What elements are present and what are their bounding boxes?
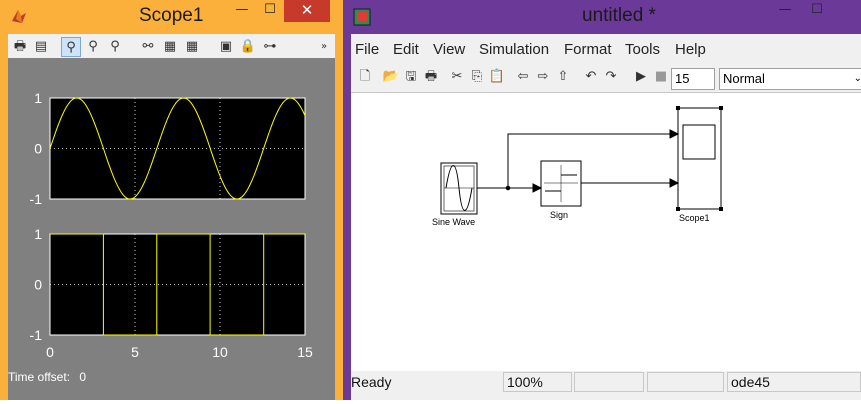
simulation-mode-select[interactable]: Normal ⌄: [719, 68, 861, 90]
x-tick-label: 0: [46, 344, 54, 360]
restore-axes-icon[interactable]: ▦: [182, 37, 202, 57]
plot-bottom: 10-10 5 10 15: [30, 226, 313, 360]
menu-bar: File Edit View Simulation Format Tools H…: [351, 34, 861, 64]
save-axes-icon[interactable]: ▦: [160, 37, 180, 57]
simulation-mode-value: Normal: [723, 71, 765, 86]
floating-scope-icon[interactable]: ▣: [216, 37, 236, 57]
signal-selection-icon[interactable]: ⊶: [260, 37, 280, 57]
model-window: untitled * — ☐ File Edit View Simulation…: [343, 0, 861, 400]
chevron-down-icon: ⌄: [853, 73, 861, 84]
y-tick-label: 1: [34, 226, 42, 242]
y-tick-label: 0: [34, 141, 42, 157]
model-toolbar: 🗋 📂 🖫 🖶 ✂ ⎘ 📋 ⇦ ⇨ ⇧ ↶ ↷ ▶ ■ 15 Normal ⌄: [351, 64, 861, 93]
copy-icon[interactable]: ⎘: [467, 67, 487, 87]
lock-icon[interactable]: 🔒: [238, 37, 258, 57]
run-icon[interactable]: ▶: [631, 67, 651, 87]
sine-wave-label: Sine Wave: [432, 217, 475, 227]
sign-label: Sign: [550, 210, 568, 220]
overflow-chevron-icon[interactable]: »: [314, 37, 334, 57]
status-state: Ready: [351, 374, 392, 390]
x-tick-label: 10: [212, 344, 228, 360]
y-tick-label: 1: [34, 90, 42, 106]
maximize-button[interactable]: ☐: [803, 0, 831, 22]
model-canvas[interactable]: Sine Wave Sign Scope1: [351, 93, 861, 371]
open-icon[interactable]: 📂: [381, 67, 401, 87]
redo-icon[interactable]: ↷: [601, 67, 621, 87]
status-cell-4: [647, 372, 724, 392]
print-icon[interactable]: 🖶: [421, 67, 441, 87]
time-offset: Time offset: 0: [8, 370, 86, 384]
forward-icon[interactable]: ⇨: [533, 67, 553, 87]
block-diagram: Sine Wave Sign Scope1: [432, 106, 723, 227]
x-tick-label: 5: [131, 344, 139, 360]
scope1-label: Scope1: [679, 213, 710, 223]
x-tick-label: 15: [297, 344, 313, 360]
y-tick-label: -1: [30, 191, 43, 207]
minimize-button[interactable]: —: [771, 0, 799, 22]
scope-title: Scope1: [139, 5, 204, 26]
sine-wave-block[interactable]: [440, 162, 478, 215]
model-titlebar[interactable]: untitled * — ☐: [343, 0, 861, 34]
scope-titlebar[interactable]: Scope1 — ☐ ✕: [0, 0, 343, 34]
menu-format[interactable]: Format: [564, 41, 612, 58]
y-tick-label: 0: [34, 277, 42, 293]
simulink-icon: [353, 8, 371, 26]
scope-window: Scope1 — ☐ ✕ 🖶 ▤ ⚲ ⚲ ⚲ ⚯ ▦ ▦ ▣ 🔒 ⊶ » 10-…: [0, 0, 343, 400]
sign-block[interactable]: [540, 160, 582, 207]
up-icon[interactable]: ⇧: [553, 67, 573, 87]
stop-icon[interactable]: ■: [651, 67, 671, 87]
zoom-x-icon[interactable]: ⚲: [83, 37, 103, 57]
matlab-icon: [12, 10, 26, 23]
menu-simulation[interactable]: Simulation: [479, 41, 549, 58]
zoom-y-icon[interactable]: ⚲: [105, 37, 125, 57]
stop-time-input[interactable]: 15: [671, 68, 715, 90]
plot-top: 1 0 -1: [30, 90, 306, 207]
menu-view[interactable]: View: [433, 41, 465, 58]
undo-icon[interactable]: ↶: [581, 67, 601, 87]
scope-plot-area: 1 0 -1 1 0 -1 0 5 10 15 Time offset: 0: [8, 58, 335, 400]
menu-help[interactable]: Help: [675, 41, 706, 58]
time-offset-value: 0: [79, 370, 87, 384]
cut-icon[interactable]: ✂: [447, 67, 467, 87]
parameters-icon[interactable]: ▤: [31, 37, 51, 57]
maximize-button[interactable]: ☐: [256, 0, 284, 22]
new-icon[interactable]: 🗋: [355, 67, 375, 87]
menu-tools[interactable]: Tools: [625, 41, 660, 58]
y-tick-label: -1: [30, 327, 43, 343]
status-solver: ode45: [727, 372, 861, 392]
menu-edit[interactable]: Edit: [393, 41, 419, 58]
status-cell-3: [574, 372, 644, 392]
time-offset-label: Time offset:: [8, 370, 71, 384]
print-icon[interactable]: 🖶: [10, 37, 30, 57]
back-icon[interactable]: ⇦: [513, 67, 533, 87]
binoculars-icon[interactable]: ⚯: [138, 37, 158, 57]
zoom-icon[interactable]: ⚲: [61, 37, 81, 57]
minimize-button[interactable]: —: [228, 0, 256, 22]
menu-file[interactable]: File: [355, 41, 379, 58]
scope-plots: 10-1 10-10 5 10 15: [30, 90, 313, 360]
scope-block[interactable]: [676, 106, 723, 211]
paste-icon[interactable]: 📋: [487, 67, 507, 87]
status-zoom: 100%: [503, 372, 572, 392]
close-button[interactable]: ✕: [284, 0, 330, 22]
model-title: untitled *: [582, 5, 656, 26]
save-icon[interactable]: 🖫: [401, 67, 421, 87]
scope-toolbar: 🖶 ▤ ⚲ ⚲ ⚲ ⚯ ▦ ▦ ▣ 🔒 ⊶ »: [8, 34, 335, 58]
